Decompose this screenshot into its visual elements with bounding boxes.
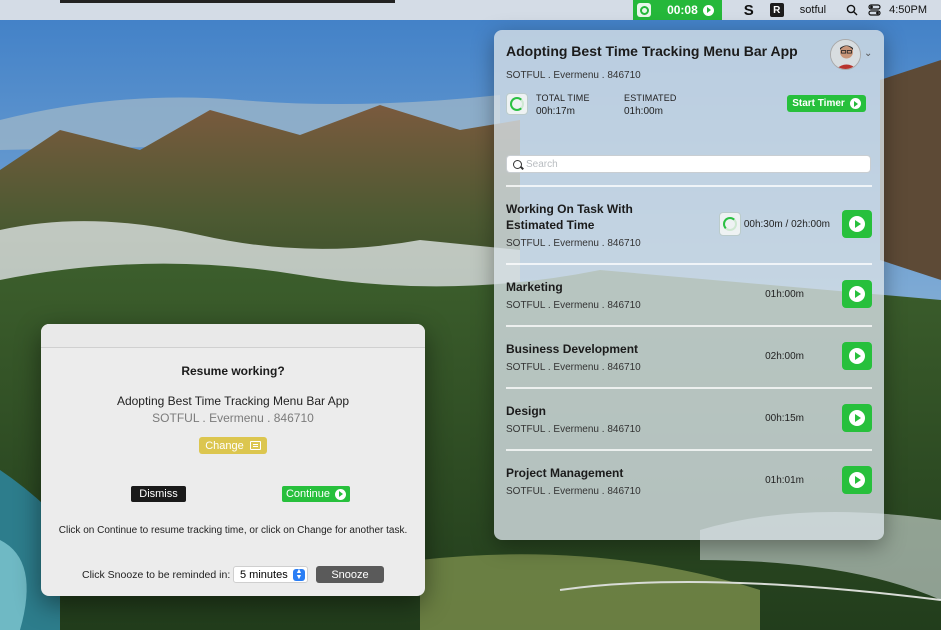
- chevron-down-icon[interactable]: ⌄: [864, 48, 872, 59]
- menubar-user[interactable]: sotful: [800, 0, 826, 20]
- task-subtitle: SOTFUL . Evermenu . 846710: [506, 362, 641, 373]
- snooze-duration-select[interactable]: 5 minutes ▲ ▼: [233, 566, 308, 583]
- play-icon: [702, 4, 714, 16]
- task-row[interactable]: Business Development SOTFUL . Evermenu .…: [506, 340, 872, 380]
- avatar[interactable]: [830, 39, 861, 70]
- start-timer-label: Start Timer: [792, 98, 845, 109]
- change-button[interactable]: Change: [199, 437, 267, 454]
- task-time: 00h:30m / 02h:00m: [743, 219, 830, 230]
- dialog-hint: Click on Continue to resume tracking tim…: [58, 525, 408, 536]
- dialog-titlebar[interactable]: [41, 324, 425, 348]
- task-subtitle: SOTFUL . Evermenu . 846710: [506, 486, 641, 497]
- task-play-button[interactable]: [842, 210, 872, 238]
- task-play-button[interactable]: [842, 280, 872, 308]
- menubar-timer-value: 00:08: [667, 3, 698, 17]
- task-subtitle: SOTFUL . Evermenu . 846710: [506, 300, 641, 311]
- r-app-icon[interactable]: R: [769, 3, 784, 17]
- dismiss-button[interactable]: Dismiss: [131, 486, 186, 502]
- divider: [506, 185, 872, 187]
- updown-chevron-icon: ▲ ▼: [293, 568, 305, 581]
- s-app-icon[interactable]: S: [744, 0, 754, 20]
- divider: [506, 325, 872, 327]
- play-icon: [849, 348, 865, 364]
- task-row[interactable]: Project Management SOTFUL . Evermenu . 8…: [506, 464, 872, 504]
- task-time: 01h:01m: [765, 475, 804, 486]
- search-input[interactable]: [526, 158, 856, 170]
- list-icon: [249, 441, 261, 450]
- task-name: Marketing: [506, 280, 563, 294]
- spotlight-search-icon[interactable]: [846, 0, 858, 20]
- snooze-button[interactable]: Snooze: [316, 566, 384, 583]
- task-name: Project Management: [506, 466, 624, 480]
- start-timer-button[interactable]: Start Timer: [787, 95, 866, 112]
- dialog-task-title: Adopting Best Time Tracking Menu Bar App: [116, 394, 350, 408]
- progress-ring-icon: [506, 93, 528, 115]
- search-field[interactable]: [506, 155, 871, 173]
- dialog-heading: Resume working?: [181, 364, 285, 378]
- play-icon: [849, 472, 865, 488]
- estimated-label: ESTIMATED: [624, 93, 677, 103]
- menu-bar-edge: [60, 0, 395, 3]
- snooze-duration-value: 5 minutes: [240, 568, 288, 581]
- task-time: 00h:15m: [765, 413, 804, 424]
- tracker-popover: Adopting Best Time Tracking Menu Bar App…: [494, 30, 884, 540]
- search-icon: [513, 159, 522, 169]
- divider: [506, 263, 872, 265]
- menu-bar: 00:08 S R sotful 4:50PM: [0, 0, 941, 20]
- total-time-value: 00h:17m: [536, 106, 575, 117]
- estimated-value: 01h:00m: [624, 106, 663, 117]
- divider: [506, 449, 872, 451]
- task-time: 02h:00m: [765, 351, 804, 362]
- divider: [506, 387, 872, 389]
- play-icon: [849, 410, 865, 426]
- play-icon: [849, 98, 861, 109]
- total-time-label: TOTAL TIME: [536, 93, 590, 103]
- task-subtitle: SOTFUL . Evermenu . 846710: [506, 424, 641, 435]
- task-name: Design: [506, 404, 547, 418]
- task-name: Working On Task With Estimated Time: [506, 202, 633, 232]
- task-name: Business Development: [506, 342, 639, 356]
- play-icon: [849, 286, 865, 302]
- continue-label: Continue: [285, 488, 331, 500]
- task-row[interactable]: Marketing SOTFUL . Evermenu . 846710 01h…: [506, 278, 872, 318]
- task-play-button[interactable]: [842, 466, 872, 494]
- dialog-task-subtitle: SOTFUL . Evermenu . 846710: [152, 411, 314, 425]
- task-subtitle: SOTFUL . Evermenu . 846710: [506, 238, 641, 249]
- menubar-clock[interactable]: 4:50PM: [889, 0, 927, 20]
- resume-dialog: Resume working? Adopting Best Time Track…: [41, 324, 425, 596]
- task-play-button[interactable]: [842, 404, 872, 432]
- play-icon: [335, 488, 347, 500]
- current-task-subtitle: SOTFUL . Evermenu . 846710: [506, 70, 641, 81]
- control-center-icon[interactable]: [868, 0, 881, 20]
- change-label: Change: [205, 439, 244, 452]
- play-icon: [849, 216, 865, 232]
- menubar-timer-button[interactable]: 00:08: [633, 0, 722, 20]
- snooze-label: Click Snooze to be reminded in:: [82, 569, 231, 581]
- app-logo-icon: [637, 3, 652, 17]
- task-time: 01h:00m: [765, 289, 804, 300]
- continue-button[interactable]: Continue: [282, 486, 350, 502]
- task-play-button[interactable]: [842, 342, 872, 370]
- current-task-title: Adopting Best Time Tracking Menu Bar App: [506, 43, 798, 59]
- task-row[interactable]: Working On Task With Estimated Time SOTF…: [506, 200, 872, 258]
- task-row[interactable]: Design SOTFUL . Evermenu . 846710 00h:15…: [506, 402, 872, 442]
